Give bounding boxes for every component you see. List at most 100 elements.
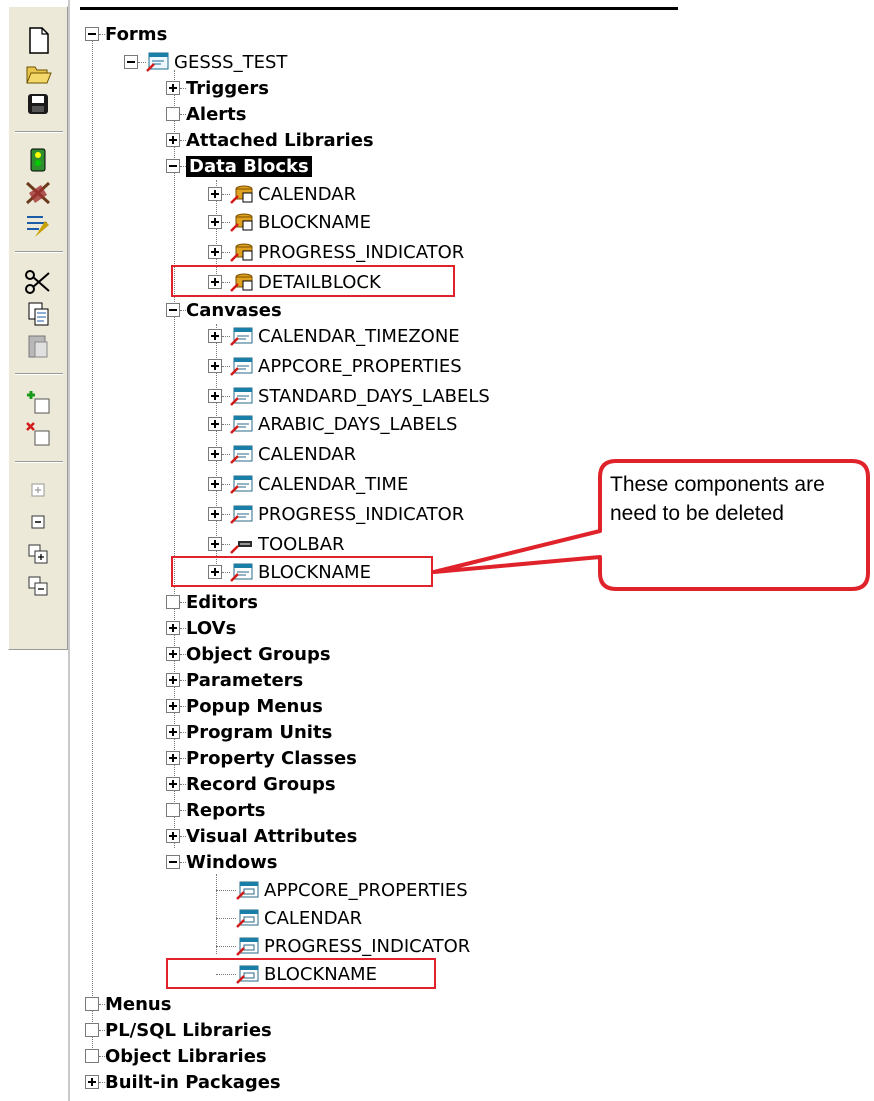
tree-node-window[interactable]: CALENDAR: [216, 904, 362, 932]
empty-node-box: [166, 107, 180, 121]
expand-all-icon[interactable]: [21, 539, 55, 569]
collapse-toggle[interactable]: [166, 855, 180, 869]
window-icon: [236, 907, 260, 929]
tree-node-label: Object Groups: [186, 643, 331, 665]
delete-icon[interactable]: [21, 419, 55, 449]
collapse-toggle[interactable]: [85, 27, 99, 41]
debug-icon[interactable]: [21, 177, 55, 207]
expand-toggle[interactable]: [166, 725, 180, 739]
paste-icon[interactable]: [21, 331, 55, 361]
tree-node-visual-attributes[interactable]: Visual Attributes: [166, 822, 357, 850]
expand-toggle[interactable]: [166, 829, 180, 843]
tree-node-program-units[interactable]: Program Units: [166, 718, 332, 746]
callout-text: These components are need to be deleted: [610, 473, 825, 525]
tree-node-canvas[interactable]: TOOLBAR: [208, 530, 345, 558]
expand-toggle[interactable]: [208, 389, 222, 403]
tree-node-editors[interactable]: Editors: [166, 588, 258, 616]
collapse-icon[interactable]: [21, 507, 55, 537]
tree-node-object-libraries[interactable]: Object Libraries: [85, 1042, 267, 1070]
tree-node-label: PROGRESS_INDICATOR: [264, 935, 471, 957]
tree-node-parameters[interactable]: Parameters: [166, 666, 303, 694]
tree-node-windows[interactable]: Windows: [166, 848, 277, 876]
expand-toggle[interactable]: [166, 777, 180, 791]
expand-toggle[interactable]: [208, 215, 222, 229]
expand-toggle[interactable]: [166, 81, 180, 95]
collapse-toggle[interactable]: [166, 303, 180, 317]
expand-toggle[interactable]: [208, 447, 222, 461]
tree-node-label: Parameters: [186, 669, 304, 691]
collapse-toggle[interactable]: [124, 55, 138, 69]
expand-toggle[interactable]: [208, 537, 222, 551]
tree-node-builtin-packages[interactable]: Built-in Packages: [85, 1068, 281, 1096]
expand-toggle[interactable]: [208, 477, 222, 491]
data-block-icon: [230, 211, 254, 233]
expand-toggle[interactable]: [166, 647, 180, 661]
window-icon: [236, 935, 260, 957]
tree-node-alerts[interactable]: Alerts: [166, 100, 247, 128]
compile-icon[interactable]: [21, 209, 55, 239]
tree-node-label: CALENDAR_TIMEZONE: [258, 325, 460, 347]
open-icon[interactable]: [21, 57, 55, 87]
expand-toggle[interactable]: [166, 699, 180, 713]
tree-node-label: Forms: [105, 23, 168, 45]
new-icon[interactable]: [21, 25, 55, 55]
tree-node-canvas[interactable]: ARABIC_DAYS_LABELS: [208, 410, 457, 438]
expand-toggle[interactable]: [166, 621, 180, 635]
collapse-all-icon[interactable]: [21, 571, 55, 601]
copy-icon[interactable]: [21, 299, 55, 329]
tree-node-canvas[interactable]: APPCORE_PROPERTIES: [208, 352, 462, 380]
toolbar-panel: [8, 6, 68, 650]
expand-toggle[interactable]: [85, 1075, 99, 1089]
tree-node-record-groups[interactable]: Record Groups: [166, 770, 336, 798]
tree-node-window[interactable]: APPCORE_PROPERTIES: [216, 876, 468, 904]
expand-toggle[interactable]: [208, 417, 222, 431]
tree-node-label: Record Groups: [186, 773, 336, 795]
tree-node-menus[interactable]: Menus: [85, 990, 171, 1018]
tree-node-module[interactable]: GESSS_TEST: [124, 48, 287, 76]
tree-node-block[interactable]: PROGRESS_INDICATOR: [208, 238, 464, 266]
tree-node-data-blocks[interactable]: Data Blocks: [166, 152, 312, 180]
tree-node-canvas[interactable]: STANDARD_DAYS_LABELS: [208, 382, 490, 410]
tree-node-label: Menus: [105, 993, 172, 1015]
expand-toggle[interactable]: [208, 245, 222, 259]
tree-node-window[interactable]: PROGRESS_INDICATOR: [216, 932, 470, 960]
tree-node-property-classes[interactable]: Property Classes: [166, 744, 357, 772]
tree-node-plsql-libraries[interactable]: PL/SQL Libraries: [85, 1016, 272, 1044]
expand-toggle[interactable]: [166, 673, 180, 687]
tree-node-forms[interactable]: Forms: [85, 20, 167, 48]
tree-node-lovs[interactable]: LOVs: [166, 614, 236, 642]
expand-toggle[interactable]: [208, 329, 222, 343]
tree-node-label: CALENDAR_TIME: [258, 473, 409, 495]
tree-node-block[interactable]: BLOCKNAME: [208, 208, 371, 236]
save-icon[interactable]: [21, 89, 55, 119]
object-navigator-toolbar: [0, 0, 70, 1101]
expand-toggle[interactable]: [166, 133, 180, 147]
tree-node-label: Alerts: [186, 103, 247, 125]
expand-toggle[interactable]: [166, 751, 180, 765]
canvas-icon: [230, 413, 254, 435]
expand-toggle[interactable]: [208, 359, 222, 373]
tree-node-label: Reports: [186, 799, 266, 821]
tree-node-object-groups[interactable]: Object Groups: [166, 640, 331, 668]
tree-node-triggers[interactable]: Triggers: [166, 74, 269, 102]
tree-node-label: Attached Libraries: [186, 129, 374, 151]
expand-toggle[interactable]: [208, 507, 222, 521]
cut-icon[interactable]: [21, 267, 55, 297]
tree-node-canvases[interactable]: Canvases: [166, 296, 282, 324]
tree-node-popup-menus[interactable]: Popup Menus: [166, 692, 323, 720]
tree-node-label: CALENDAR: [264, 907, 363, 929]
panel-divider: [68, 0, 70, 1101]
expand-icon[interactable]: [21, 475, 55, 505]
tree-node-label: APPCORE_PROPERTIES: [264, 879, 468, 901]
expand-toggle[interactable]: [208, 187, 222, 201]
tree-node-reports[interactable]: Reports: [166, 796, 266, 824]
tree-node-block[interactable]: CALENDAR: [208, 180, 356, 208]
tree-node-canvas[interactable]: CALENDAR_TIME: [208, 470, 408, 498]
run-icon[interactable]: [21, 145, 55, 175]
tree-node-label: PROGRESS_INDICATOR: [258, 241, 465, 263]
collapse-toggle[interactable]: [166, 159, 180, 173]
tree-node-canvas[interactable]: CALENDAR_TIMEZONE: [208, 322, 460, 350]
tree-node-canvas[interactable]: CALENDAR: [208, 440, 356, 468]
create-icon[interactable]: [21, 387, 55, 417]
tree-node-attached-libraries[interactable]: Attached Libraries: [166, 126, 374, 154]
